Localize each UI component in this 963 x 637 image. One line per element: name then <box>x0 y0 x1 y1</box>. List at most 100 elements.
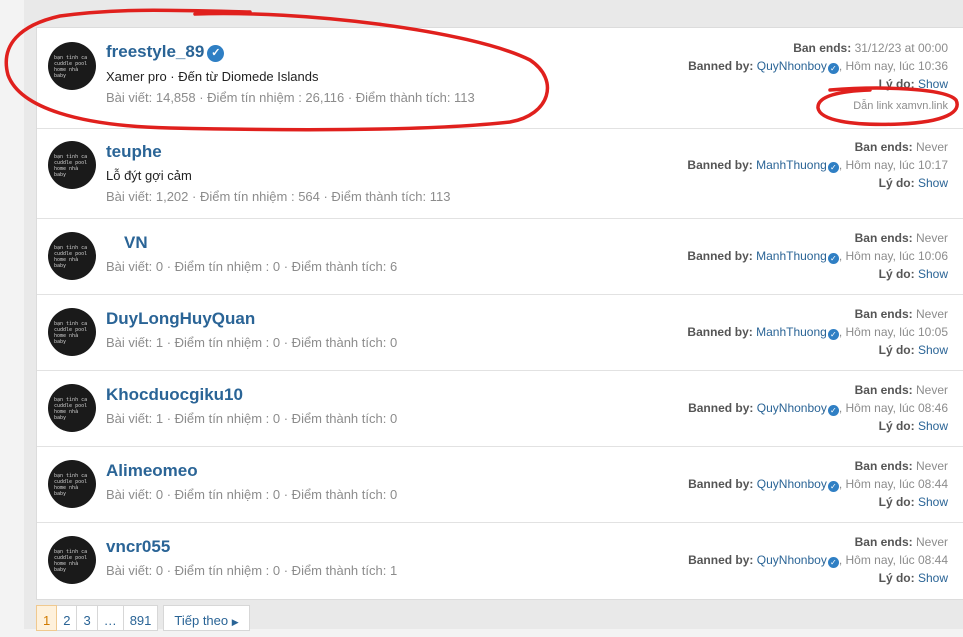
avatar[interactable]: bạn tình ca cuddle pool home nhà baby <box>48 460 96 508</box>
moderator-link[interactable]: QuyNhonboy <box>757 401 827 415</box>
username-link[interactable]: DuyLongHuyQuan <box>106 309 255 329</box>
show-reason-link[interactable]: Show <box>918 495 948 509</box>
avatar[interactable]: bạn tình ca cuddle pool home nhà baby <box>48 42 96 90</box>
show-reason-link[interactable]: Show <box>918 77 948 91</box>
user-stats: Bài viết: 14,858 · Điểm tín nhiệm : 26,1… <box>106 90 475 105</box>
avatar-text: bạn tình ca cuddle pool home nhà baby <box>54 154 88 178</box>
list-item: bạn tình ca cuddle pool home nhà baby Du… <box>37 294 963 371</box>
reason-label: Lý do: <box>878 571 915 585</box>
moderator-link[interactable]: QuyNhonboy <box>757 477 827 491</box>
list-item: bạn tình ca cuddle pool home nhà baby fr… <box>37 28 963 128</box>
ban-time: , Hôm nay, lúc 10:06 <box>838 249 948 263</box>
moderator-link[interactable]: ManhThuong <box>756 158 827 172</box>
ban-info: Ban ends: Never Banned by: QuyNhonboy ✓, … <box>688 533 948 587</box>
banned-by-label: Banned by: <box>688 59 754 73</box>
show-reason-link[interactable]: Show <box>918 343 948 357</box>
username-link[interactable]: VN <box>124 233 148 253</box>
avatar[interactable]: bạn tình ca cuddle pool home nhà baby <box>48 141 96 189</box>
username-link[interactable]: vncr055 <box>106 537 170 557</box>
next-page-label: Tiếp theo <box>174 613 229 628</box>
avatar-text: bạn tình ca cuddle pool home nhà baby <box>54 55 88 79</box>
ban-ends-label: Ban ends: <box>854 140 913 154</box>
reason-label: Lý do: <box>878 176 915 190</box>
ban-time: , Hôm nay, lúc 08:44 <box>838 477 948 491</box>
banned-users-list: bạn tình ca cuddle pool home nhà baby fr… <box>36 27 963 600</box>
ban-time: , Hôm nay, lúc 10:17 <box>838 158 948 172</box>
reason-label: Lý do: <box>878 419 915 433</box>
user-title: Lỗ đýt gợi cảm <box>106 168 192 183</box>
show-reason-link[interactable]: Show <box>918 419 948 433</box>
verified-check-icon: ✓ <box>207 45 225 62</box>
ban-ends-label: Ban ends: <box>854 307 913 321</box>
page-jump[interactable]: … <box>97 605 124 631</box>
ban-info: Ban ends: Never Banned by: ManhThuong ✓, … <box>687 138 948 192</box>
list-item: bạn tình ca cuddle pool home nhà baby te… <box>37 128 963 219</box>
banned-by-label: Banned by: <box>688 401 754 415</box>
ban-ends-label: Ban ends: <box>854 535 913 549</box>
username-link[interactable]: Alimeomeo <box>106 461 198 481</box>
user-stats: Bài viết: 1 · Điểm tín nhiệm : 0 · Điểm … <box>106 411 398 426</box>
ban-reason-text: Dẫn link xamvn.link <box>853 100 948 112</box>
username-link[interactable]: teuphe <box>106 142 162 162</box>
ban-ends-label: Ban ends: <box>854 459 913 473</box>
ban-info: Ban ends: Never Banned by: QuyNhonboy ✓, … <box>688 381 948 435</box>
verified-check-icon: ✓ <box>827 557 839 568</box>
user-stats: Bài viết: 0 · Điểm tín nhiệm : 0 · Điểm … <box>106 259 398 274</box>
username-text[interactable]: freestyle_89 <box>106 42 204 61</box>
moderator-link[interactable]: QuyNhonboy <box>757 553 827 567</box>
caret-right-icon: ▶ <box>231 617 239 627</box>
show-reason-link[interactable]: Show <box>918 571 948 585</box>
ban-ends-value: Never <box>915 307 948 321</box>
banned-by-label: Banned by: <box>687 325 753 339</box>
verified-check-icon: ✓ <box>827 253 839 264</box>
banned-by-label: Banned by: <box>688 477 754 491</box>
ban-info: Ban ends: Never Banned by: ManhThuong ✓, … <box>687 229 948 283</box>
show-reason-link[interactable]: Show <box>918 267 948 281</box>
avatar-text: bạn tình ca cuddle pool home nhà baby <box>54 321 88 345</box>
list-item: bạn tình ca cuddle pool home nhà baby Kh… <box>37 370 963 447</box>
moderator-link[interactable]: QuyNhonboy <box>757 59 827 73</box>
reason-label: Lý do: <box>878 77 915 91</box>
verified-check-icon: ✓ <box>827 162 839 173</box>
reason-label: Lý do: <box>878 495 915 509</box>
ban-info: Ban ends: Never Banned by: ManhThuong ✓, … <box>687 305 948 359</box>
pagination: 1 2 3 … 891 Tiếp theo ▶ <box>36 605 250 631</box>
ban-info: Ban ends: 31/12/23 at 00:00 Banned by: Q… <box>688 39 948 93</box>
verified-check-icon: ✓ <box>827 63 839 74</box>
show-reason-link[interactable]: Show <box>918 176 948 190</box>
ban-info: Ban ends: Never Banned by: QuyNhonboy ✓, … <box>688 457 948 511</box>
user-stats: Bài viết: 0 · Điểm tín nhiệm : 0 · Điểm … <box>106 563 398 578</box>
ban-time: , Hôm nay, lúc 10:05 <box>838 325 948 339</box>
user-stats: Bài viết: 1 · Điểm tín nhiệm : 0 · Điểm … <box>106 335 398 350</box>
page-link-current[interactable]: 1 <box>36 605 58 631</box>
avatar[interactable]: bạn tình ca cuddle pool home nhà baby <box>48 536 96 584</box>
avatar[interactable]: bạn tình ca cuddle pool home nhà baby <box>48 308 96 356</box>
avatar-text: bạn tình ca cuddle pool home nhà baby <box>54 473 88 497</box>
user-title: Xamer pro · Đến từ Diomede Islands <box>106 69 319 84</box>
reason-label: Lý do: <box>878 343 915 357</box>
avatar-text: bạn tình ca cuddle pool home nhà baby <box>54 549 88 573</box>
ban-ends-value: Never <box>915 231 948 245</box>
ban-ends-label: Ban ends: <box>854 231 913 245</box>
avatar-text: bạn tình ca cuddle pool home nhà baby <box>54 245 88 269</box>
moderator-link[interactable]: ManhThuong <box>756 325 827 339</box>
banned-by-label: Banned by: <box>688 553 754 567</box>
ban-ends-value: Never <box>915 459 948 473</box>
verified-check-icon: ✓ <box>827 329 839 340</box>
list-item: bạn tình ca cuddle pool home nhà baby VN… <box>37 218 963 295</box>
banned-by-label: Banned by: <box>687 249 753 263</box>
banned-by-label: Banned by: <box>687 158 753 172</box>
ban-time: , Hôm nay, lúc 08:44 <box>838 553 948 567</box>
avatar[interactable]: bạn tình ca cuddle pool home nhà baby <box>48 232 96 280</box>
ban-time: , Hôm nay, lúc 08:46 <box>838 401 948 415</box>
page-link[interactable]: 3 <box>77 605 98 631</box>
page-link-last[interactable]: 891 <box>123 605 159 631</box>
moderator-link[interactable]: ManhThuong <box>756 249 827 263</box>
username-link[interactable]: Khocduocgiku10 <box>106 385 243 405</box>
page-link[interactable]: 2 <box>57 605 78 631</box>
username-link[interactable]: freestyle_89 ✓ <box>106 42 225 62</box>
next-page-button[interactable]: Tiếp theo ▶ <box>163 605 250 631</box>
avatar[interactable]: bạn tình ca cuddle pool home nhà baby <box>48 384 96 432</box>
user-stats: Bài viết: 0 · Điểm tín nhiệm : 0 · Điểm … <box>106 487 398 502</box>
avatar-text: bạn tình ca cuddle pool home nhà baby <box>54 397 88 421</box>
